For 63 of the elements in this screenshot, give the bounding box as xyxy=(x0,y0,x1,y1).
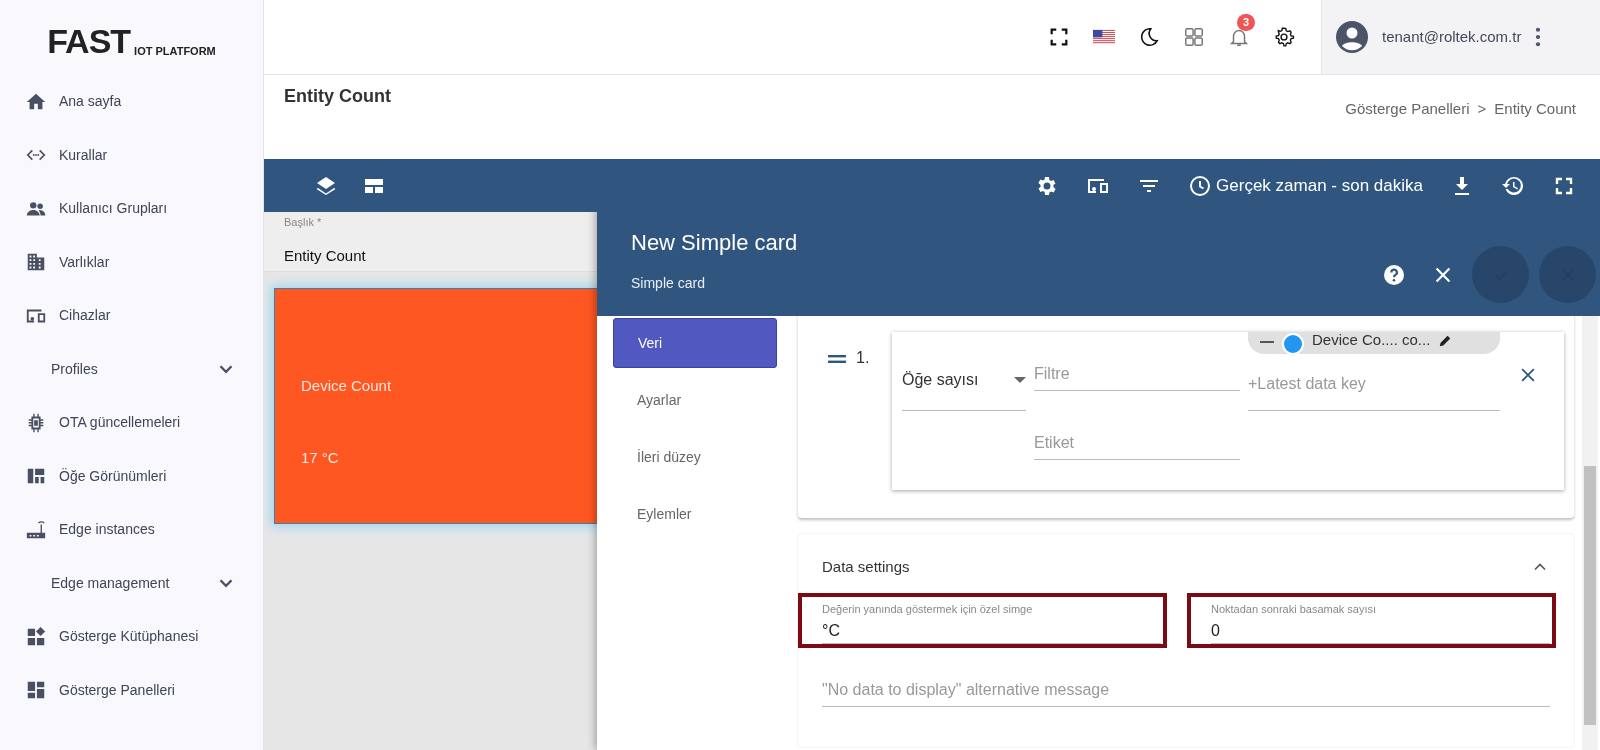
more-icon[interactable] xyxy=(1535,27,1542,47)
type-select[interactable]: Öğe sayısı xyxy=(902,350,1026,411)
router-icon xyxy=(25,518,47,541)
help-button[interactable] xyxy=(1382,262,1406,287)
data-key-field[interactable]: +Latest data key xyxy=(1248,368,1500,411)
user-panel[interactable]: tenant@roltek.com.tr xyxy=(1321,0,1600,74)
dark-mode-icon[interactable] xyxy=(1138,26,1160,48)
help-icon xyxy=(1382,262,1406,287)
logo-subtitle: IOT PLATFORM xyxy=(134,46,216,57)
field-value: Entity Count xyxy=(284,245,366,266)
drag-handle-icon[interactable] xyxy=(828,354,846,364)
sidebar-item[interactable]: Kurallar xyxy=(0,128,263,182)
clock-icon xyxy=(1188,173,1213,198)
key-chip[interactable]: Device Co.... co... xyxy=(1248,332,1500,354)
edit-icon[interactable] xyxy=(1438,334,1453,348)
tab[interactable]: Ayarlar xyxy=(613,375,777,425)
sidebar-item[interactable]: OTA güncellemeleri xyxy=(0,396,263,450)
chip-label: Device Co.... co... xyxy=(1312,332,1431,350)
sidebar-item[interactable]: Varlıklar xyxy=(0,235,263,289)
sidebar-group[interactable]: Profiles xyxy=(0,342,263,396)
breadcrumb-link[interactable]: Gösterge Panelleri xyxy=(1345,98,1470,159)
sidebar-item[interactable]: Gösterge Kütüphanesi xyxy=(0,610,263,664)
field-label: Noktadan sonraki basamak sayısı xyxy=(1211,601,1377,617)
apps-icon[interactable] xyxy=(1183,26,1205,48)
minus-icon xyxy=(1260,340,1274,344)
label-field[interactable]: Etiket xyxy=(1034,427,1240,460)
settings-icon[interactable] xyxy=(1273,26,1295,48)
text-field[interactable]: 0 xyxy=(1211,617,1550,644)
user-email: tenant@roltek.com.tr xyxy=(1382,26,1522,47)
scrollbar-thumb[interactable] xyxy=(1584,466,1596,725)
widgets-icon xyxy=(25,625,47,648)
title-field[interactable]: Başlık * Entity Count xyxy=(264,212,597,272)
avatar-icon xyxy=(1336,21,1368,53)
dropdown-icon xyxy=(1014,377,1026,383)
page-title: Entity Count xyxy=(284,85,391,108)
notification-badge: 3 xyxy=(1237,14,1256,31)
fullscreen-icon[interactable] xyxy=(1048,26,1070,48)
dialog-title: New Simple card xyxy=(631,229,798,257)
sidebar-item[interactable]: Edge instances xyxy=(0,503,263,557)
row-number: 1. xyxy=(856,348,871,368)
sidebar-item[interactable]: Gösterge Panelleri xyxy=(0,663,263,717)
sidebar-item[interactable]: Öğe Görünümleri xyxy=(0,449,263,503)
timewindow-button[interactable]: Gerçek zaman - son dakika xyxy=(1188,172,1423,199)
sidebar-item[interactable]: Cihazlar xyxy=(0,289,263,343)
widget-label: Device Count xyxy=(301,376,392,396)
section-title: Data settings xyxy=(822,557,910,577)
scrollbar[interactable] xyxy=(1582,316,1598,750)
dialog-subtitle: Simple card xyxy=(631,274,705,293)
text-field[interactable]: °C xyxy=(822,617,1161,644)
field-label: Başlık * xyxy=(284,215,322,230)
filter-field[interactable]: Filtre xyxy=(1034,358,1240,391)
tab[interactable]: Eylemler xyxy=(613,489,777,539)
tab[interactable]: İleri düzey xyxy=(613,432,777,482)
logo-text: FAST xyxy=(47,26,131,57)
breadcrumb-separator: > xyxy=(1477,99,1487,119)
sidebar-item[interactable]: Ana sayfa xyxy=(0,75,263,129)
message-field[interactable]: "No data to display" alternative message xyxy=(822,674,1550,707)
sidebar-group[interactable]: Edge management xyxy=(0,556,263,610)
tab[interactable]: Veri xyxy=(613,318,777,368)
sidebar-item[interactable]: Kullanıcı Grupları xyxy=(0,182,263,236)
widget-value: 17 °C xyxy=(301,448,339,468)
breadcrumb-current: Entity Count xyxy=(1494,99,1576,119)
field-label: Değerin yanında göstermek için özel simge xyxy=(822,601,1033,617)
